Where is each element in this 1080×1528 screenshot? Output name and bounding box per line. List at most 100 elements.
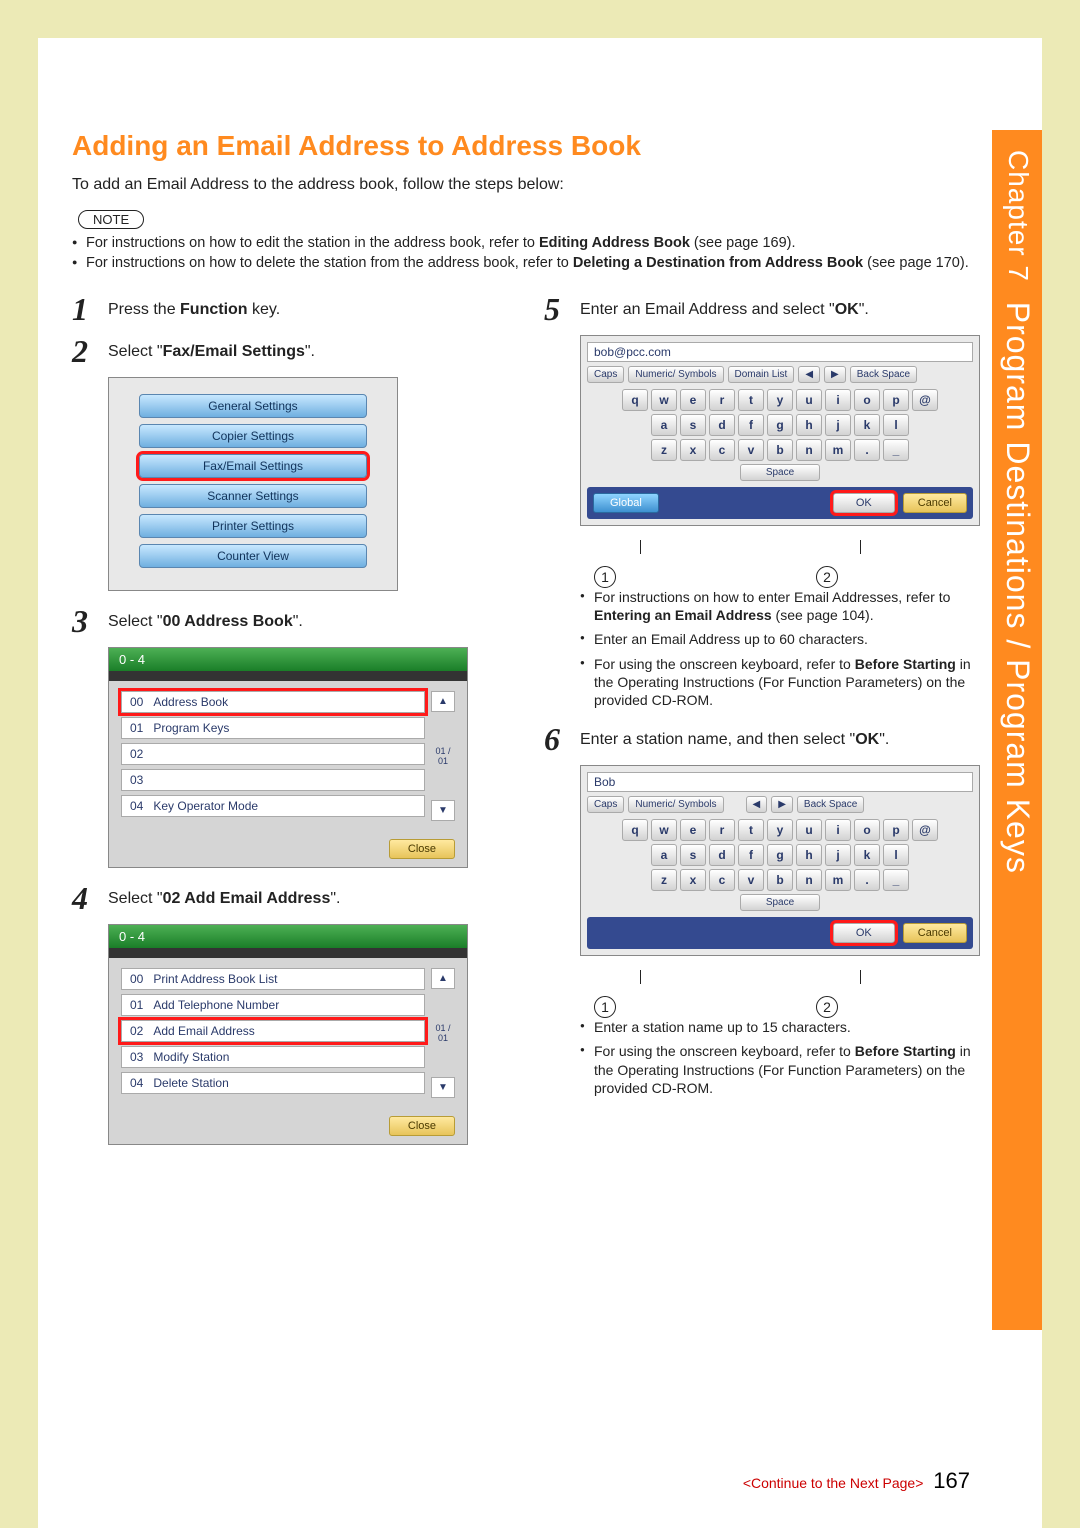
menu-fax-email-settings[interactable]: Fax/Email Settings [139, 454, 367, 478]
key-d[interactable]: d [709, 844, 735, 866]
cancel-button[interactable]: Cancel [903, 923, 967, 943]
key-o[interactable]: o [854, 389, 880, 411]
key-i[interactable]: i [825, 819, 851, 841]
key-p[interactable]: p [883, 389, 909, 411]
key-s[interactable]: s [680, 844, 706, 866]
menu-scanner-settings[interactable]: Scanner Settings [139, 484, 367, 508]
key-g[interactable]: g [767, 844, 793, 866]
close-button[interactable]: Close [389, 1116, 455, 1136]
list-row-03[interactable]: 03 [121, 769, 425, 791]
menu-printer-settings[interactable]: Printer Settings [139, 514, 367, 538]
key-@[interactable]: @ [912, 819, 938, 841]
key-j[interactable]: j [825, 414, 851, 436]
key-q[interactable]: q [622, 819, 648, 841]
key-l[interactable]: l [883, 844, 909, 866]
key-v[interactable]: v [738, 869, 764, 891]
cursor-right-icon[interactable]: ▶ [771, 796, 793, 813]
key-z[interactable]: z [651, 869, 677, 891]
key-l[interactable]: l [883, 414, 909, 436]
list-row-01-add-phone[interactable]: 01Add Telephone Number [121, 994, 425, 1016]
list-row-02-add-email[interactable]: 02Add Email Address [121, 1020, 425, 1042]
key-s[interactable]: s [680, 414, 706, 436]
key-k[interactable]: k [854, 414, 880, 436]
key-b[interactable]: b [767, 869, 793, 891]
cursor-left-icon[interactable]: ◀ [746, 796, 768, 813]
key-e[interactable]: e [680, 389, 706, 411]
key-.[interactable]: . [854, 439, 880, 461]
numeric-symbols-button[interactable]: Numeric/ Symbols [628, 796, 723, 813]
key-n[interactable]: n [796, 869, 822, 891]
scroll-up-icon[interactable]: ▲ [431, 968, 455, 989]
list-row-04-key-operator[interactable]: 04Key Operator Mode [121, 795, 425, 817]
backspace-button[interactable]: Back Space [850, 366, 917, 383]
key-.[interactable]: . [854, 869, 880, 891]
key-h[interactable]: h [796, 844, 822, 866]
key-a[interactable]: a [651, 844, 677, 866]
list-row-01-program-keys[interactable]: 01Program Keys [121, 717, 425, 739]
key-k[interactable]: k [854, 844, 880, 866]
key-t[interactable]: t [738, 819, 764, 841]
menu-general-settings[interactable]: General Settings [139, 394, 367, 418]
close-button[interactable]: Close [389, 839, 455, 859]
key-_[interactable]: _ [883, 439, 909, 461]
scroll-down-icon[interactable]: ▼ [431, 1077, 455, 1098]
key-w[interactable]: w [651, 389, 677, 411]
ok-button[interactable]: OK [833, 493, 895, 513]
key-h[interactable]: h [796, 414, 822, 436]
cancel-button[interactable]: Cancel [903, 493, 967, 513]
key-a[interactable]: a [651, 414, 677, 436]
key-u[interactable]: u [796, 389, 822, 411]
ok-button[interactable]: OK [833, 923, 895, 943]
caps-button[interactable]: Caps [587, 366, 624, 383]
cursor-left-icon[interactable]: ◀ [798, 366, 820, 383]
key-y[interactable]: y [767, 819, 793, 841]
key-m[interactable]: m [825, 439, 851, 461]
list-row-04-delete[interactable]: 04Delete Station [121, 1072, 425, 1094]
key-w[interactable]: w [651, 819, 677, 841]
key-f[interactable]: f [738, 414, 764, 436]
key-f[interactable]: f [738, 844, 764, 866]
key-j[interactable]: j [825, 844, 851, 866]
scroll-down-icon[interactable]: ▼ [431, 800, 455, 821]
menu-copier-settings[interactable]: Copier Settings [139, 424, 367, 448]
key-b[interactable]: b [767, 439, 793, 461]
key-@[interactable]: @ [912, 389, 938, 411]
key-_[interactable]: _ [883, 869, 909, 891]
space-key[interactable]: Space [740, 894, 820, 911]
backspace-button[interactable]: Back Space [797, 796, 864, 813]
caps-button[interactable]: Caps [587, 796, 624, 813]
global-button[interactable]: Global [593, 493, 659, 513]
key-t[interactable]: t [738, 389, 764, 411]
key-i[interactable]: i [825, 389, 851, 411]
space-key[interactable]: Space [740, 464, 820, 481]
list-row-02[interactable]: 02 [121, 743, 425, 765]
list-row-00-print[interactable]: 00Print Address Book List [121, 968, 425, 990]
key-c[interactable]: c [709, 439, 735, 461]
menu-counter-view[interactable]: Counter View [139, 544, 367, 568]
station-name-input[interactable]: Bob [587, 772, 973, 792]
key-e[interactable]: e [680, 819, 706, 841]
key-r[interactable]: r [709, 389, 735, 411]
key-x[interactable]: x [680, 869, 706, 891]
key-m[interactable]: m [825, 869, 851, 891]
key-n[interactable]: n [796, 439, 822, 461]
numeric-symbols-button[interactable]: Numeric/ Symbols [628, 366, 723, 383]
email-input[interactable]: bob@pcc.com [587, 342, 973, 362]
key-g[interactable]: g [767, 414, 793, 436]
key-c[interactable]: c [709, 869, 735, 891]
key-r[interactable]: r [709, 819, 735, 841]
key-p[interactable]: p [883, 819, 909, 841]
key-q[interactable]: q [622, 389, 648, 411]
scroll-up-icon[interactable]: ▲ [431, 691, 455, 712]
key-z[interactable]: z [651, 439, 677, 461]
key-v[interactable]: v [738, 439, 764, 461]
key-y[interactable]: y [767, 389, 793, 411]
list-row-00-address-book[interactable]: 00Address Book [121, 691, 425, 713]
key-u[interactable]: u [796, 819, 822, 841]
list-row-03-modify[interactable]: 03Modify Station [121, 1046, 425, 1068]
key-d[interactable]: d [709, 414, 735, 436]
cursor-right-icon[interactable]: ▶ [824, 366, 846, 383]
domain-list-button[interactable]: Domain List [728, 366, 795, 383]
key-o[interactable]: o [854, 819, 880, 841]
key-x[interactable]: x [680, 439, 706, 461]
